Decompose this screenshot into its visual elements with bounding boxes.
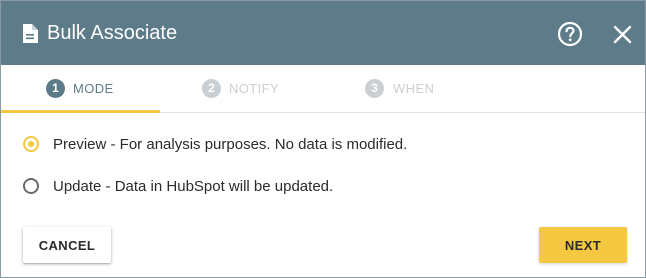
step-number: 1 xyxy=(46,79,65,98)
document-icon xyxy=(23,24,38,43)
option-label: Update - Data in HubSpot will be updated… xyxy=(53,178,334,195)
cancel-button[interactable]: CANCEL xyxy=(23,227,111,263)
step-label: NOTIFY xyxy=(229,81,280,96)
close-icon[interactable] xyxy=(613,25,632,44)
option-label: Preview - For analysis purposes. No data… xyxy=(53,136,408,153)
dialog-title: Bulk Associate xyxy=(47,22,178,44)
tab-notify[interactable]: 2 NOTIFY xyxy=(160,65,319,112)
step-label: WHEN xyxy=(393,81,435,96)
dialog-header: Bulk Associate xyxy=(1,1,645,65)
step-number: 3 xyxy=(365,79,384,98)
radio-button-selected[interactable] xyxy=(23,136,39,152)
bulk-associate-dialog: Bulk Associate 1 MODE 2 NOTIFY 3 WHEN Pr… xyxy=(0,0,646,278)
radio-button[interactable] xyxy=(23,178,39,194)
help-circle-icon[interactable] xyxy=(557,21,583,47)
step-number: 2 xyxy=(202,79,221,98)
next-button[interactable]: NEXT xyxy=(539,227,627,263)
step-label: MODE xyxy=(73,81,114,96)
step-tabs: 1 MODE 2 NOTIFY 3 WHEN xyxy=(1,65,645,113)
tab-when[interactable]: 3 WHEN xyxy=(319,65,478,112)
tab-mode[interactable]: 1 MODE xyxy=(1,65,160,113)
